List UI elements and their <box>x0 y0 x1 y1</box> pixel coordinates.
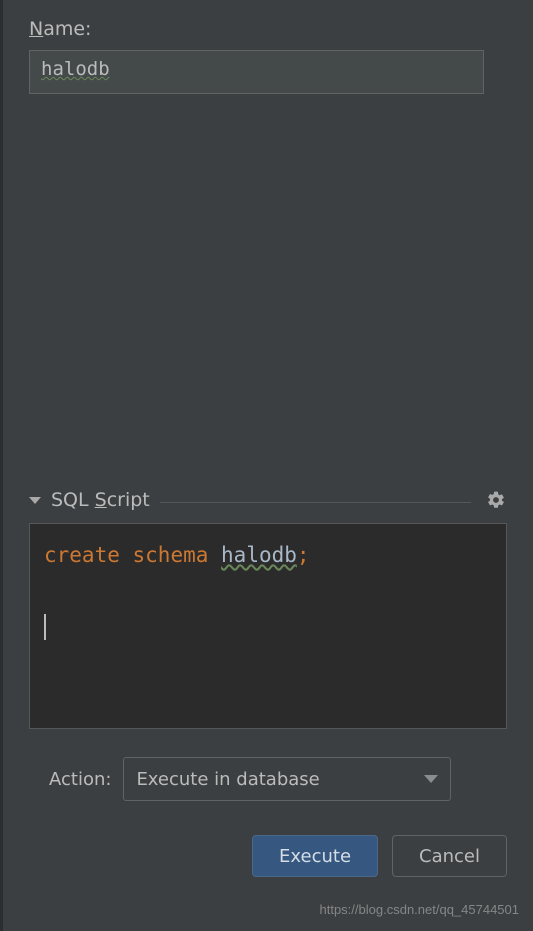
name-label: Name: <box>29 18 515 40</box>
name-input[interactable] <box>29 50 484 94</box>
sql-keyword: create <box>44 543 120 567</box>
chevron-down-icon <box>424 775 438 783</box>
action-dropdown-value: Execute in database <box>136 769 319 790</box>
execute-button-label: Execute <box>279 846 351 867</box>
text-cursor <box>44 614 46 640</box>
watermark-text: https://blog.csdn.net/qq_45744501 <box>320 902 520 917</box>
section-divider <box>160 502 471 503</box>
sql-identifier: halodb <box>221 543 297 567</box>
sql-keyword: schema <box>133 543 209 567</box>
action-dropdown[interactable]: Execute in database <box>123 757 451 801</box>
caret-down-icon[interactable] <box>29 497 41 504</box>
sql-editor[interactable]: create schema halodb; <box>29 523 507 729</box>
cancel-button-label: Cancel <box>419 846 480 867</box>
sql-semicolon: ; <box>297 543 310 567</box>
sql-script-section-header: SQL Script <box>29 489 507 511</box>
gear-icon[interactable] <box>485 489 507 511</box>
sql-script-title: SQL Script <box>51 489 150 511</box>
cancel-button[interactable]: Cancel <box>392 835 507 877</box>
execute-button[interactable]: Execute <box>252 835 378 877</box>
action-label: Action: <box>49 769 111 790</box>
